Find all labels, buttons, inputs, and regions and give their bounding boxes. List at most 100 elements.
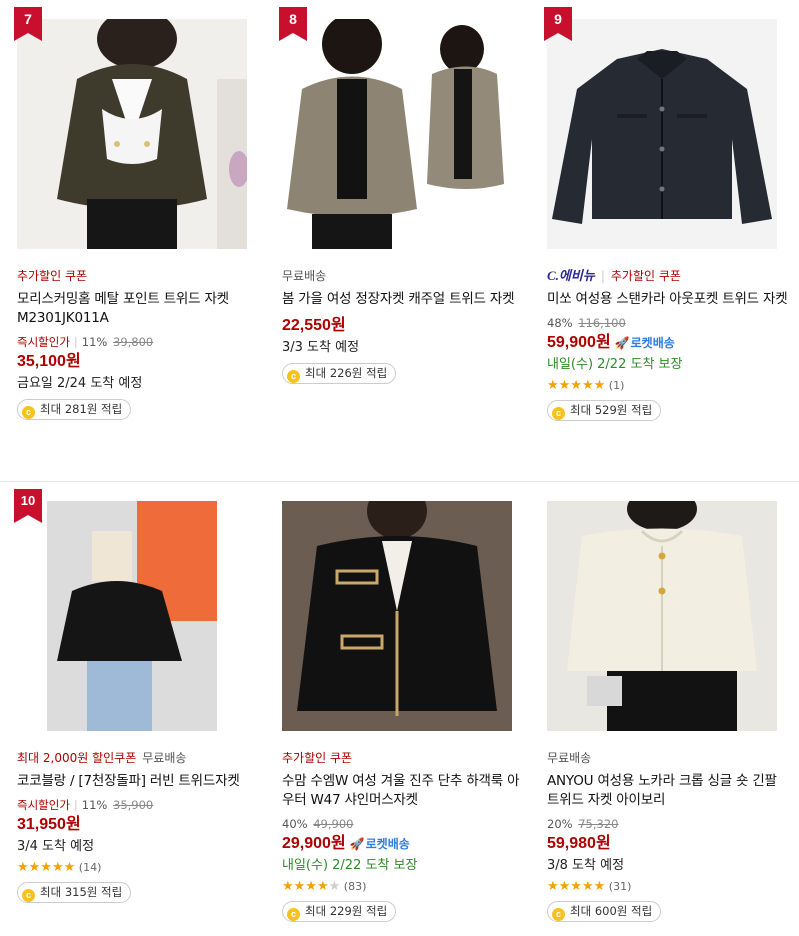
points-text: 최대 226원 적립 bbox=[305, 366, 388, 380]
rank-flag-icon: 7 bbox=[14, 7, 42, 41]
delivery-info: 금요일 2/24 도착 예정 bbox=[17, 376, 143, 391]
rocket-icon: 🚀 bbox=[614, 336, 630, 350]
delivery-info: 내일(수) 2/22 도착 보장 bbox=[547, 357, 683, 372]
rank-flag-icon: 9 bbox=[544, 7, 572, 41]
product-image[interactable] bbox=[547, 501, 777, 731]
points-badge: c 최대 315원 적립 bbox=[17, 882, 132, 903]
coupon-badge: 추가할인 쿠폰 bbox=[17, 269, 88, 283]
rating-row: ★★★★★ (14) bbox=[17, 860, 262, 876]
rating-row: ★★★★★ (83) bbox=[282, 879, 527, 895]
sale-price-value: 59,900원 bbox=[547, 334, 611, 351]
points-text: 최대 529원 적립 bbox=[570, 403, 653, 417]
coin-icon: c bbox=[552, 908, 565, 921]
product-info: C.에비뉴 | 추가할인 쿠폰 미쏘 여성용 스탠카라 아웃포켓 트위드 자켓 48… bbox=[547, 268, 792, 421]
badge-row: 추가할인 쿠폰 bbox=[17, 268, 262, 284]
points-badge: c 최대 281원 적립 bbox=[17, 399, 132, 420]
star-icon: ★★★★★ bbox=[17, 860, 76, 875]
discount-label: 즉시할인가 bbox=[17, 335, 70, 349]
sale-price: 31,950원 bbox=[17, 816, 81, 833]
sale-price: 59,980원 bbox=[547, 835, 611, 852]
discount-percent: 48% bbox=[547, 316, 573, 330]
product-image[interactable] bbox=[17, 501, 247, 731]
points-badge: c 최대 600원 적립 bbox=[547, 901, 662, 922]
sale-price: 22,550원 bbox=[282, 317, 346, 334]
discount-percent: 11% bbox=[81, 335, 108, 349]
rating-row: ★★★★★ (1) bbox=[547, 378, 792, 394]
points-text: 최대 229원 적립 bbox=[305, 904, 388, 918]
product-title[interactable]: 미쏘 여성용 스탠카라 아웃포켓 트위드 자켓 bbox=[547, 290, 792, 309]
original-price: 49,900 bbox=[313, 817, 354, 831]
product-title[interactable]: 수맘 수엠W 여성 겨울 진주 단추 하객룩 아우터 W47 샤인머스자켓 bbox=[282, 772, 527, 810]
star-icon: ★★★★★ bbox=[547, 378, 606, 393]
product-image[interactable] bbox=[282, 501, 512, 731]
rocket-delivery-label: 로켓배송 bbox=[365, 837, 410, 851]
original-price: 75,320 bbox=[578, 817, 619, 831]
discount-row: 즉시할인가 | 11% 35,900 bbox=[17, 798, 154, 812]
product-image[interactable] bbox=[547, 19, 777, 249]
product-image[interactable] bbox=[17, 19, 247, 249]
review-count: (1) bbox=[608, 379, 625, 392]
product-image[interactable] bbox=[282, 19, 512, 249]
badge-row: 무료배송 bbox=[547, 750, 792, 766]
sale-price: 35,100원 bbox=[17, 353, 81, 370]
product-info: 무료배송 ANYOU 여성용 노카라 크롭 싱글 숏 긴팔 트위드 자켓 아이보… bbox=[547, 750, 792, 922]
discount-label: 즉시할인가 bbox=[17, 798, 70, 812]
free-shipping-badge: 무료배송 bbox=[282, 269, 327, 283]
product-info: 추가할인 쿠폰 모리스커밍홈 메탈 포인트 트위드 자켓 M2301JK011A… bbox=[17, 268, 262, 420]
rocket-delivery-label: 로켓배송 bbox=[630, 336, 675, 350]
review-count: (14) bbox=[78, 861, 102, 874]
discount-percent: 11% bbox=[81, 798, 108, 812]
rank-flag-icon: 10 bbox=[14, 489, 42, 523]
star-icon: ★★★★★ bbox=[547, 879, 606, 894]
review-count: (83) bbox=[343, 880, 367, 893]
original-price: 35,900 bbox=[113, 798, 154, 812]
sale-price: 59,900원 🚀로켓배송 bbox=[547, 332, 792, 354]
points-text: 최대 600원 적립 bbox=[570, 904, 653, 918]
product-title[interactable]: 봄 가을 여성 정장자켓 캐주얼 트위드 자켓 bbox=[282, 290, 527, 309]
discount-row: 48% 116,100 bbox=[547, 315, 792, 331]
product-title[interactable]: 코코블랑 / [7천장돌파] 러빈 트위드자켓 bbox=[17, 772, 262, 791]
coupon-badge: 추가할인 쿠폰 bbox=[282, 751, 353, 765]
badge-row: 최대 2,000원 할인쿠폰 무료배송 bbox=[17, 750, 262, 766]
free-shipping-badge: 무료배송 bbox=[547, 751, 592, 765]
product-title[interactable]: ANYOU 여성용 노카라 크롭 싱글 숏 긴팔 트위드 자켓 아이보리 bbox=[547, 772, 792, 810]
delivery-info: 3/8 도착 예정 bbox=[547, 858, 625, 873]
points-text: 최대 281원 적립 bbox=[40, 402, 123, 416]
row-divider bbox=[0, 481, 799, 482]
points-badge: c 최대 229원 적립 bbox=[282, 901, 397, 922]
coupon-badge: 최대 2,000원 할인쿠폰 bbox=[17, 751, 137, 765]
original-price: 116,100 bbox=[578, 316, 626, 330]
discount-row: 즉시할인가 | 11% 39,800 bbox=[17, 335, 154, 349]
product-title[interactable]: 모리스커밍홈 메탈 포인트 트위드 자켓 M2301JK011A bbox=[17, 290, 262, 328]
discount-row: 40% 49,900 bbox=[282, 816, 527, 832]
delivery-info: 3/4 도착 예정 bbox=[17, 839, 95, 854]
product-info: 최대 2,000원 할인쿠폰 무료배송 코코블랑 / [7천장돌파] 러빈 트위드… bbox=[17, 750, 262, 903]
brand-logo: C.에비뉴 bbox=[547, 268, 595, 283]
free-shipping-badge: 무료배송 bbox=[142, 751, 187, 765]
sale-price: 29,900원 🚀로켓배송 bbox=[282, 833, 527, 855]
coin-icon: c bbox=[22, 889, 35, 902]
discount-percent: 20% bbox=[547, 817, 573, 831]
points-text: 최대 315원 적립 bbox=[40, 885, 123, 899]
rocket-icon: 🚀 bbox=[349, 837, 365, 851]
review-count: (31) bbox=[608, 880, 632, 893]
coin-icon: c bbox=[22, 406, 35, 419]
delivery-info: 내일(수) 2/22 도착 보장 bbox=[282, 858, 418, 873]
rating-row: ★★★★★ (31) bbox=[547, 879, 792, 895]
product-info: 무료배송 봄 가을 여성 정장자켓 캐주얼 트위드 자켓 22,550원 3/3… bbox=[282, 268, 527, 384]
badge-row: C.에비뉴 | 추가할인 쿠폰 bbox=[547, 268, 681, 283]
coin-icon: c bbox=[552, 407, 565, 420]
coin-icon: c bbox=[287, 370, 300, 383]
points-badge: c 최대 529원 적립 bbox=[547, 400, 662, 421]
coupon-badge: 추가할인 쿠폰 bbox=[610, 269, 681, 283]
badge-row: 무료배송 bbox=[282, 268, 527, 284]
product-info: 추가할인 쿠폰 수맘 수엠W 여성 겨울 진주 단추 하객룩 아우터 W47 샤… bbox=[282, 750, 527, 922]
original-price: 39,800 bbox=[113, 335, 154, 349]
badge-row: 추가할인 쿠폰 bbox=[282, 750, 527, 766]
discount-row: 20% 75,320 bbox=[547, 816, 792, 832]
coin-icon: c bbox=[287, 908, 300, 921]
discount-percent: 40% bbox=[282, 817, 308, 831]
star-icon: ★★★★★ bbox=[282, 879, 341, 894]
delivery-info: 3/3 도착 예정 bbox=[282, 340, 360, 355]
product-grid: 7 추가할인 쿠폰 모리스커밍홈 메탈 포인트 트위드 자켓 M2301JK01… bbox=[0, 0, 799, 936]
